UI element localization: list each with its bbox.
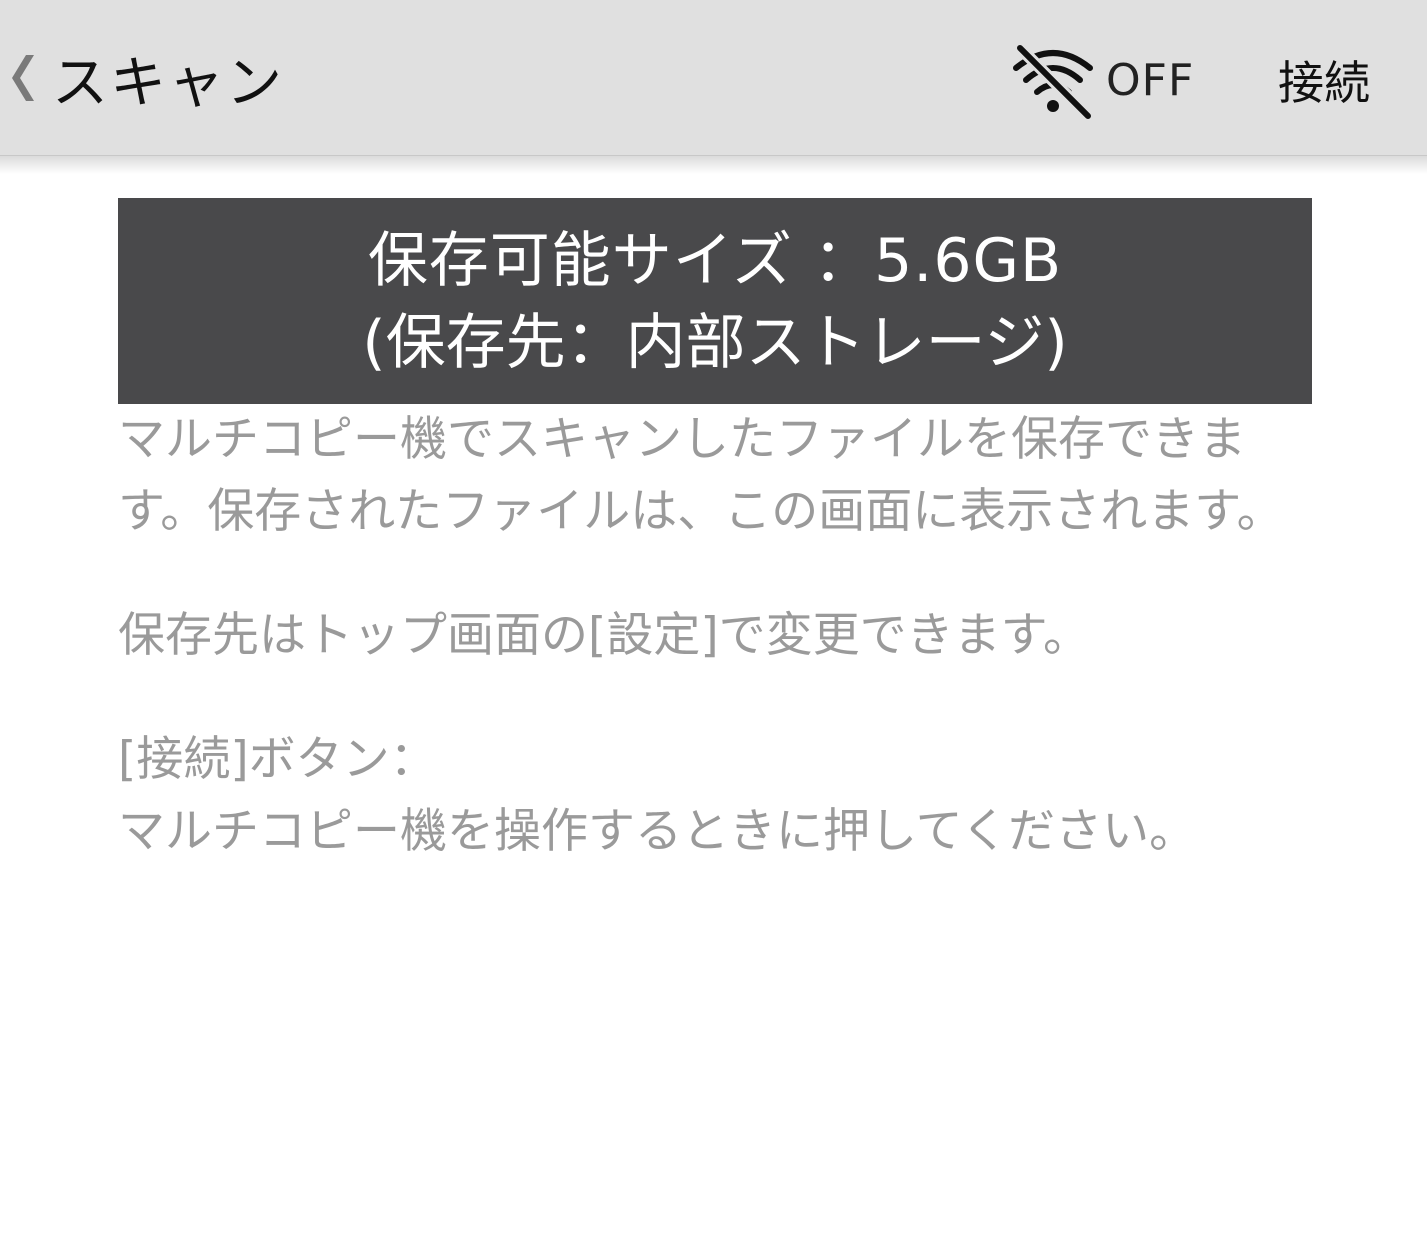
wifi-off-icon bbox=[1013, 42, 1094, 120]
app-header: スキャン OFF 接続 bbox=[0, 0, 1427, 156]
description-connect-body: マルチコピー機を操作するときに押してください。 bbox=[118, 804, 1197, 859]
storage-capacity-text: 保存可能サイズ ：5.6GB bbox=[367, 226, 1063, 296]
description-paragraph-settings: 保存先はトップ画面の[設定]で変更できます。 bbox=[118, 608, 1090, 663]
storage-info-banner: 保存可能サイズ ：5.6GB (保存先：内部ストレージ) bbox=[118, 198, 1312, 404]
chevron-left-icon bbox=[0, 30, 48, 126]
connect-button[interactable]: 接続 bbox=[1262, 35, 1386, 125]
storage-location-text: (保存先：内部ストレージ) bbox=[362, 308, 1068, 378]
header-shadow bbox=[0, 156, 1427, 174]
description-connect-heading: [接続]ボタン： bbox=[118, 732, 437, 787]
back-button[interactable]: スキャン bbox=[0, 30, 284, 126]
description-paragraph-saved-files: マルチコピー機でスキャンしたファイルを保存できます。保存されたファイルは、この画… bbox=[118, 412, 1284, 539]
wifi-status-toggle[interactable]: OFF bbox=[1010, 35, 1194, 125]
wifi-status-label: OFF bbox=[1106, 54, 1195, 106]
page-title: スキャン bbox=[52, 50, 284, 116]
description-text: マルチコピー機でスキャンしたファイルを保存できます。保存されたファイルは、この画… bbox=[118, 404, 1308, 868]
